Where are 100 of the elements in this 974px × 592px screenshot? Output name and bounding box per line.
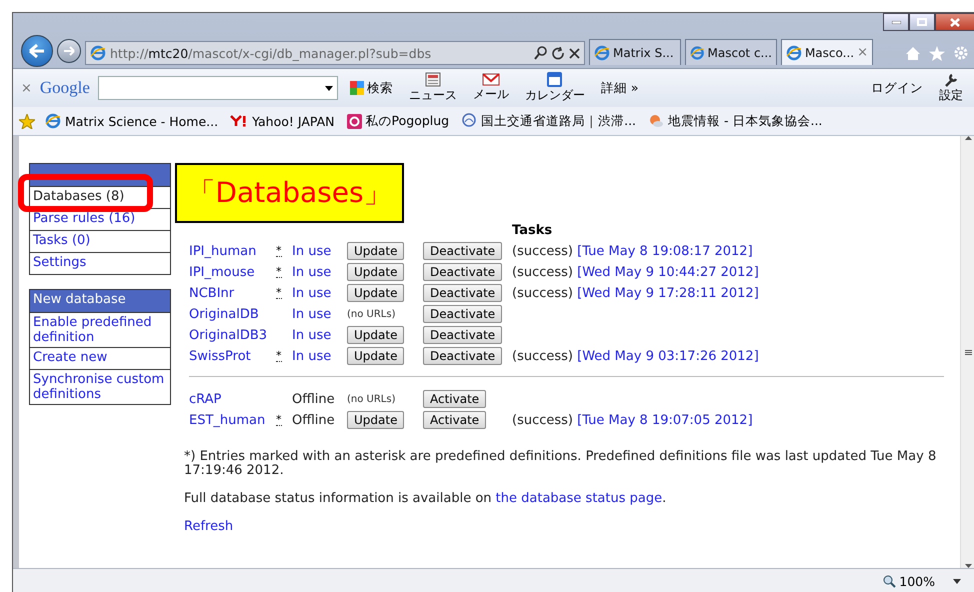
zoom-icon	[883, 574, 896, 588]
star-icon[interactable]	[929, 46, 945, 60]
task-date-link[interactable]: [Wed May 9 03:17:26 2012]	[577, 348, 759, 364]
favorite-link[interactable]: Matrix Science - Home...	[43, 113, 220, 129]
update-button[interactable]: Update	[347, 326, 404, 344]
maximize-icon	[917, 18, 927, 26]
activation-button[interactable]: Deactivate	[423, 347, 502, 365]
browser-page-icon	[690, 44, 705, 60]
status-link[interactable]: In use	[292, 306, 347, 322]
forward-arrow-icon	[63, 46, 75, 56]
search-icon[interactable]	[534, 46, 548, 60]
database-link[interactable]: IPI_mouse	[189, 264, 276, 280]
sidebar-item[interactable]: Tasks (0)	[30, 230, 170, 252]
dropdown-caret-icon[interactable]	[953, 578, 961, 584]
minimize-button[interactable]	[883, 13, 909, 31]
task-date-link[interactable]: [Wed May 9 17:28:11 2012]	[577, 286, 759, 300]
tab-close[interactable]: ×	[857, 45, 868, 60]
refresh-icon[interactable]	[552, 46, 565, 60]
browser-tab[interactable]: Mascot c...	[685, 39, 777, 65]
status-page-link[interactable]: the database status page	[496, 491, 662, 506]
database-link[interactable]: OriginalDB	[189, 306, 276, 322]
scroll-grip-icon[interactable]	[964, 350, 972, 354]
status-link[interactable]: In use	[292, 328, 347, 342]
favorite-link[interactable]: 地震情報 - 日本気象協会...	[646, 112, 824, 130]
task-date-link[interactable]: [Wed May 9 10:44:27 2012]	[577, 264, 759, 280]
login-button[interactable]: ログイン	[867, 80, 927, 96]
more-button[interactable]: 詳細 »	[596, 80, 643, 96]
close-icon	[950, 18, 960, 26]
column-header: Tasks	[512, 223, 554, 239]
status-link[interactable]: In use	[292, 286, 347, 300]
google-logo: Google	[40, 78, 90, 98]
status-link[interactable]: In use	[292, 264, 347, 280]
zoom-button[interactable]: 100%	[879, 574, 939, 588]
stop-icon[interactable]	[569, 48, 580, 58]
toolbar-item[interactable]: メール	[468, 73, 513, 103]
mail-icon	[482, 73, 500, 86]
update-button[interactable]: Update	[347, 284, 404, 302]
browser-page-icon	[90, 45, 106, 61]
scrollbar[interactable]	[960, 136, 974, 568]
maximize-button[interactable]	[909, 13, 935, 31]
asterisk-mark: *	[276, 350, 282, 362]
task-result: (success)	[512, 264, 574, 280]
toolbar-item[interactable]: ニュース	[404, 72, 461, 104]
status-link[interactable]: In use	[292, 244, 347, 258]
favorite-link[interactable]: 私のPogoplug	[344, 112, 452, 130]
status-text: Offline	[292, 412, 336, 428]
status-link[interactable]: In use	[292, 348, 347, 364]
toolbar-close[interactable]: ×	[21, 80, 32, 96]
dropdown-caret-icon[interactable]	[324, 86, 333, 90]
activation-button[interactable]: Deactivate	[423, 242, 502, 260]
no-urls-note: (no URLs)	[347, 308, 396, 320]
activation-button[interactable]: Deactivate	[423, 284, 502, 302]
update-button[interactable]: Update	[347, 411, 404, 429]
back-button[interactable]	[21, 35, 53, 67]
colored-squares-icon	[350, 81, 364, 95]
close-button[interactable]	[935, 13, 974, 31]
activation-button[interactable]: Deactivate	[423, 263, 502, 281]
sidebar-item[interactable]: Databases (8)	[30, 186, 170, 208]
database-link[interactable]: cRAP	[189, 392, 276, 406]
toolbar-item[interactable]: カレンダー	[520, 72, 589, 104]
activation-button[interactable]: Deactivate	[423, 326, 502, 344]
favorites-star-icon[interactable]	[19, 114, 35, 128]
sidebar-item[interactable]: Settings	[30, 252, 170, 274]
task-date-link[interactable]: [Tue May 8 19:07:05 2012]	[577, 412, 753, 428]
settings-button[interactable]: 設定	[935, 72, 967, 104]
activation-button[interactable]: Deactivate	[423, 305, 502, 323]
address-url: http://mtc20/mascot/x-cgi/db_manager.pl?sub=dbs	[110, 46, 432, 60]
yahoo-logo-icon	[230, 115, 248, 127]
sidebar-item[interactable]: Create new	[30, 347, 170, 369]
sidebar-item[interactable]: Enable predefined definition	[30, 312, 170, 347]
task-date-link[interactable]: [Tue May 8 19:08:17 2012]	[577, 244, 753, 258]
favorite-link[interactable]: 国土交通省道路局｜渋滞...	[459, 112, 638, 130]
activation-button[interactable]: Activate	[423, 411, 486, 429]
wrench-icon	[943, 72, 959, 86]
asterisk-mark: *	[276, 414, 282, 426]
database-link[interactable]: IPI_human	[189, 244, 276, 258]
favorite-link[interactable]: Yahoo! JAPAN	[228, 114, 337, 128]
browser-page-icon	[594, 44, 610, 60]
weather-icon	[648, 113, 664, 129]
search-button[interactable]: 検索	[346, 80, 397, 96]
menu-header: New database	[30, 290, 170, 312]
browser-page-icon	[786, 44, 802, 60]
activation-button[interactable]: Activate	[423, 390, 486, 408]
update-button[interactable]: Update	[347, 263, 404, 281]
browser-tab[interactable]: Masco... ×	[781, 39, 873, 65]
database-link[interactable]: SwissProt	[189, 348, 276, 364]
update-button[interactable]: Update	[347, 347, 404, 365]
update-button[interactable]: Update	[347, 242, 404, 260]
database-link[interactable]: OriginalDB3	[189, 328, 276, 342]
browser-tab[interactable]: Matrix S...	[589, 39, 681, 65]
sidebar-item[interactable]: Synchronise custom definitions	[30, 369, 170, 404]
forward-button[interactable]	[57, 39, 81, 63]
task-result: (success)	[512, 348, 574, 364]
sidebar-item[interactable]: Parse rules (16)	[30, 208, 170, 230]
database-link[interactable]: NCBInr	[189, 286, 276, 300]
database-link[interactable]: EST_human	[189, 412, 276, 428]
refresh-link[interactable]: Refresh	[184, 519, 234, 534]
address-bar[interactable]: http://mtc20/mascot/x-cgi/db_manager.pl?sub=dbs	[85, 41, 585, 65]
calendar-icon	[547, 72, 562, 87]
search-field[interactable]	[98, 76, 338, 100]
